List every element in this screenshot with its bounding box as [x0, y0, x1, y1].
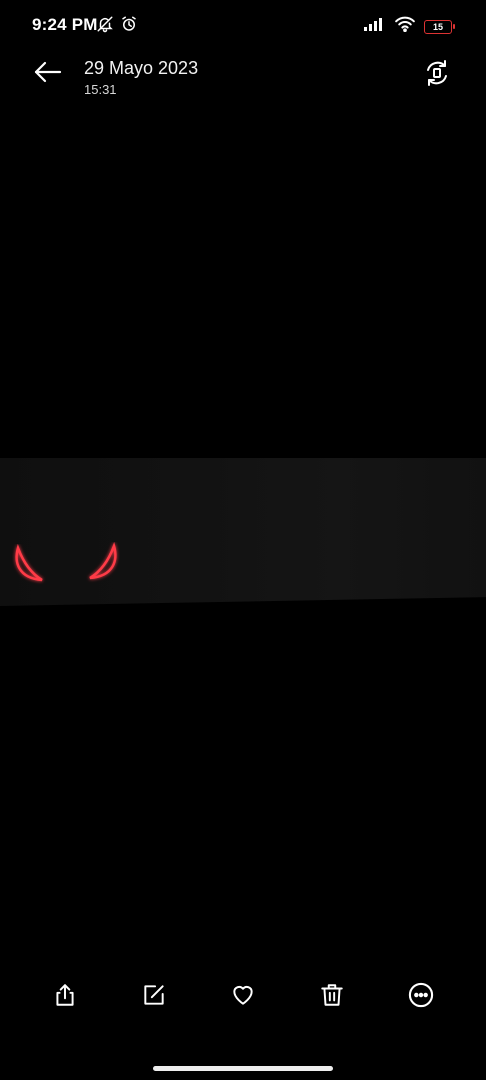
share-icon [56, 984, 74, 1006]
signal-icon [364, 17, 386, 36]
edit-button[interactable] [134, 975, 174, 1015]
trash-icon [321, 984, 343, 1006]
status-right-icons: 15 [364, 16, 455, 37]
header: 29 Mayo 2023 15:31 [0, 52, 486, 104]
photo-date-title: 29 Mayo 2023 [84, 58, 199, 78]
battery-icon: 15 [424, 19, 455, 34]
wifi-icon [394, 16, 416, 37]
battery-level: 15 [432, 21, 443, 32]
share-button[interactable] [45, 975, 85, 1015]
favorite-button[interactable] [223, 975, 263, 1015]
status-time: 9:24 PM [32, 15, 98, 34]
delete-button[interactable] [312, 975, 352, 1015]
devil-horn-right-icon [89, 542, 117, 580]
rotate-button[interactable] [422, 58, 452, 88]
photo-viewer-screen: 9:24 PM 15 29 Mayo 2023 15:31 [0, 0, 486, 1080]
home-indicator[interactable] [153, 1066, 333, 1071]
more-options-button[interactable] [401, 975, 441, 1015]
photo-time-subtitle: 15:31 [84, 82, 117, 97]
back-button[interactable] [30, 56, 70, 88]
alarm-icon [120, 15, 138, 38]
back-arrow-icon [34, 61, 62, 83]
status-left-icons [96, 15, 138, 38]
devil-horn-left-icon [15, 544, 43, 582]
edit-icon [144, 985, 164, 1005]
bell-off-icon [96, 15, 114, 38]
more-icon [409, 982, 434, 1008]
photo-image[interactable] [0, 458, 486, 606]
heart-icon [233, 985, 253, 1005]
status-bar: 9:24 PM 15 [0, 0, 486, 52]
bottom-toolbar [0, 970, 486, 1020]
rotate-icon [427, 60, 447, 86]
